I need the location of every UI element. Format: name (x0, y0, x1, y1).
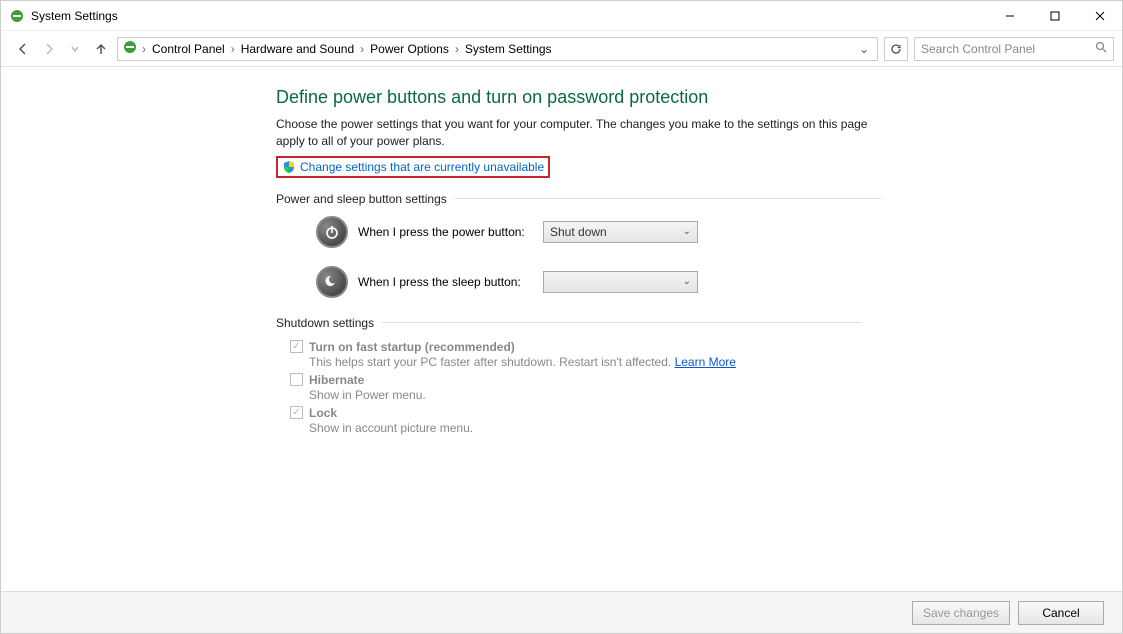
breadcrumb-item[interactable]: Control Panel (150, 42, 227, 56)
navigation-bar: › Control Panel › Hardware and Sound › P… (1, 31, 1122, 67)
sleep-icon (316, 266, 348, 298)
shutdown-item-hibernate: Hibernate Show in Power menu. (290, 373, 881, 402)
minimize-button[interactable] (987, 1, 1032, 30)
page-heading: Define power buttons and turn on passwor… (276, 87, 881, 108)
page-description: Choose the power settings that you want … (276, 116, 876, 150)
up-button[interactable] (91, 39, 111, 59)
breadcrumb-sep: › (358, 42, 366, 56)
select-value: Shut down (550, 225, 607, 239)
section-header-power: Power and sleep button settings (276, 192, 881, 206)
checkbox-label: Lock (309, 406, 337, 420)
content-area: Define power buttons and turn on passwor… (1, 67, 1122, 633)
breadcrumb-sep: › (140, 42, 148, 56)
learn-more-link[interactable]: Learn More (675, 355, 736, 369)
address-dropdown[interactable]: ⌄ (855, 42, 873, 56)
shield-icon (282, 160, 296, 174)
save-button[interactable]: Save changes (912, 601, 1010, 625)
change-settings-link[interactable]: Change settings that are currently unava… (300, 160, 544, 174)
change-settings-link-row: Change settings that are currently unava… (276, 156, 550, 178)
chevron-down-icon: ⌄ (683, 226, 691, 237)
cancel-button[interactable]: Cancel (1018, 601, 1104, 625)
power-button-label: When I press the power button: (358, 225, 533, 239)
power-button-row: When I press the power button: Shut down… (316, 216, 881, 248)
search-box[interactable] (914, 37, 1114, 61)
search-input[interactable] (921, 42, 1095, 56)
power-button-select[interactable]: Shut down ⌄ (543, 221, 698, 243)
chevron-down-icon: ⌄ (683, 276, 691, 287)
shutdown-item-lock: Lock Show in account picture menu. (290, 406, 881, 435)
checkbox-label: Turn on fast startup (recommended) (309, 340, 515, 354)
checkbox-lock[interactable] (290, 406, 303, 419)
section-label: Power and sleep button settings (276, 192, 455, 206)
section-header-shutdown: Shutdown settings (276, 316, 881, 330)
power-icon (316, 216, 348, 248)
main-panel: Define power buttons and turn on passwor… (1, 67, 881, 591)
app-icon (9, 8, 25, 24)
sleep-button-select[interactable]: ⌄ (543, 271, 698, 293)
shutdown-item-fast-startup: Turn on fast startup (recommended) This … (290, 340, 881, 369)
maximize-button[interactable] (1032, 1, 1077, 30)
section-divider (382, 322, 862, 323)
checkbox-label: Hibernate (309, 373, 364, 387)
search-icon (1095, 41, 1107, 56)
checkbox-fast-startup[interactable] (290, 340, 303, 353)
breadcrumb-sep: › (229, 42, 237, 56)
desc-text: This helps start your PC faster after sh… (309, 355, 675, 369)
section-label: Shutdown settings (276, 316, 382, 330)
section-divider (455, 198, 881, 199)
sleep-button-label: When I press the sleep button: (358, 275, 533, 289)
recent-dropdown[interactable] (65, 39, 85, 59)
checkbox-hibernate[interactable] (290, 373, 303, 386)
checkbox-description: Show in account picture menu. (309, 421, 881, 435)
refresh-button[interactable] (884, 37, 908, 61)
sleep-button-row: When I press the sleep button: ⌄ (316, 266, 881, 298)
back-button[interactable] (13, 39, 33, 59)
address-bar[interactable]: › Control Panel › Hardware and Sound › P… (117, 37, 878, 61)
breadcrumb-item[interactable]: Hardware and Sound (239, 42, 356, 56)
checkbox-description: This helps start your PC faster after sh… (309, 355, 881, 369)
window-title: System Settings (31, 9, 987, 23)
breadcrumb-sep: › (453, 42, 461, 56)
breadcrumb-item[interactable]: Power Options (368, 42, 451, 56)
checkbox-description: Show in Power menu. (309, 388, 881, 402)
window-controls (987, 1, 1122, 30)
location-icon (122, 39, 138, 58)
titlebar: System Settings (1, 1, 1122, 31)
breadcrumb-item[interactable]: System Settings (463, 42, 554, 56)
close-button[interactable] (1077, 1, 1122, 30)
forward-button[interactable] (39, 39, 59, 59)
footer-bar: Save changes Cancel (1, 591, 1122, 633)
